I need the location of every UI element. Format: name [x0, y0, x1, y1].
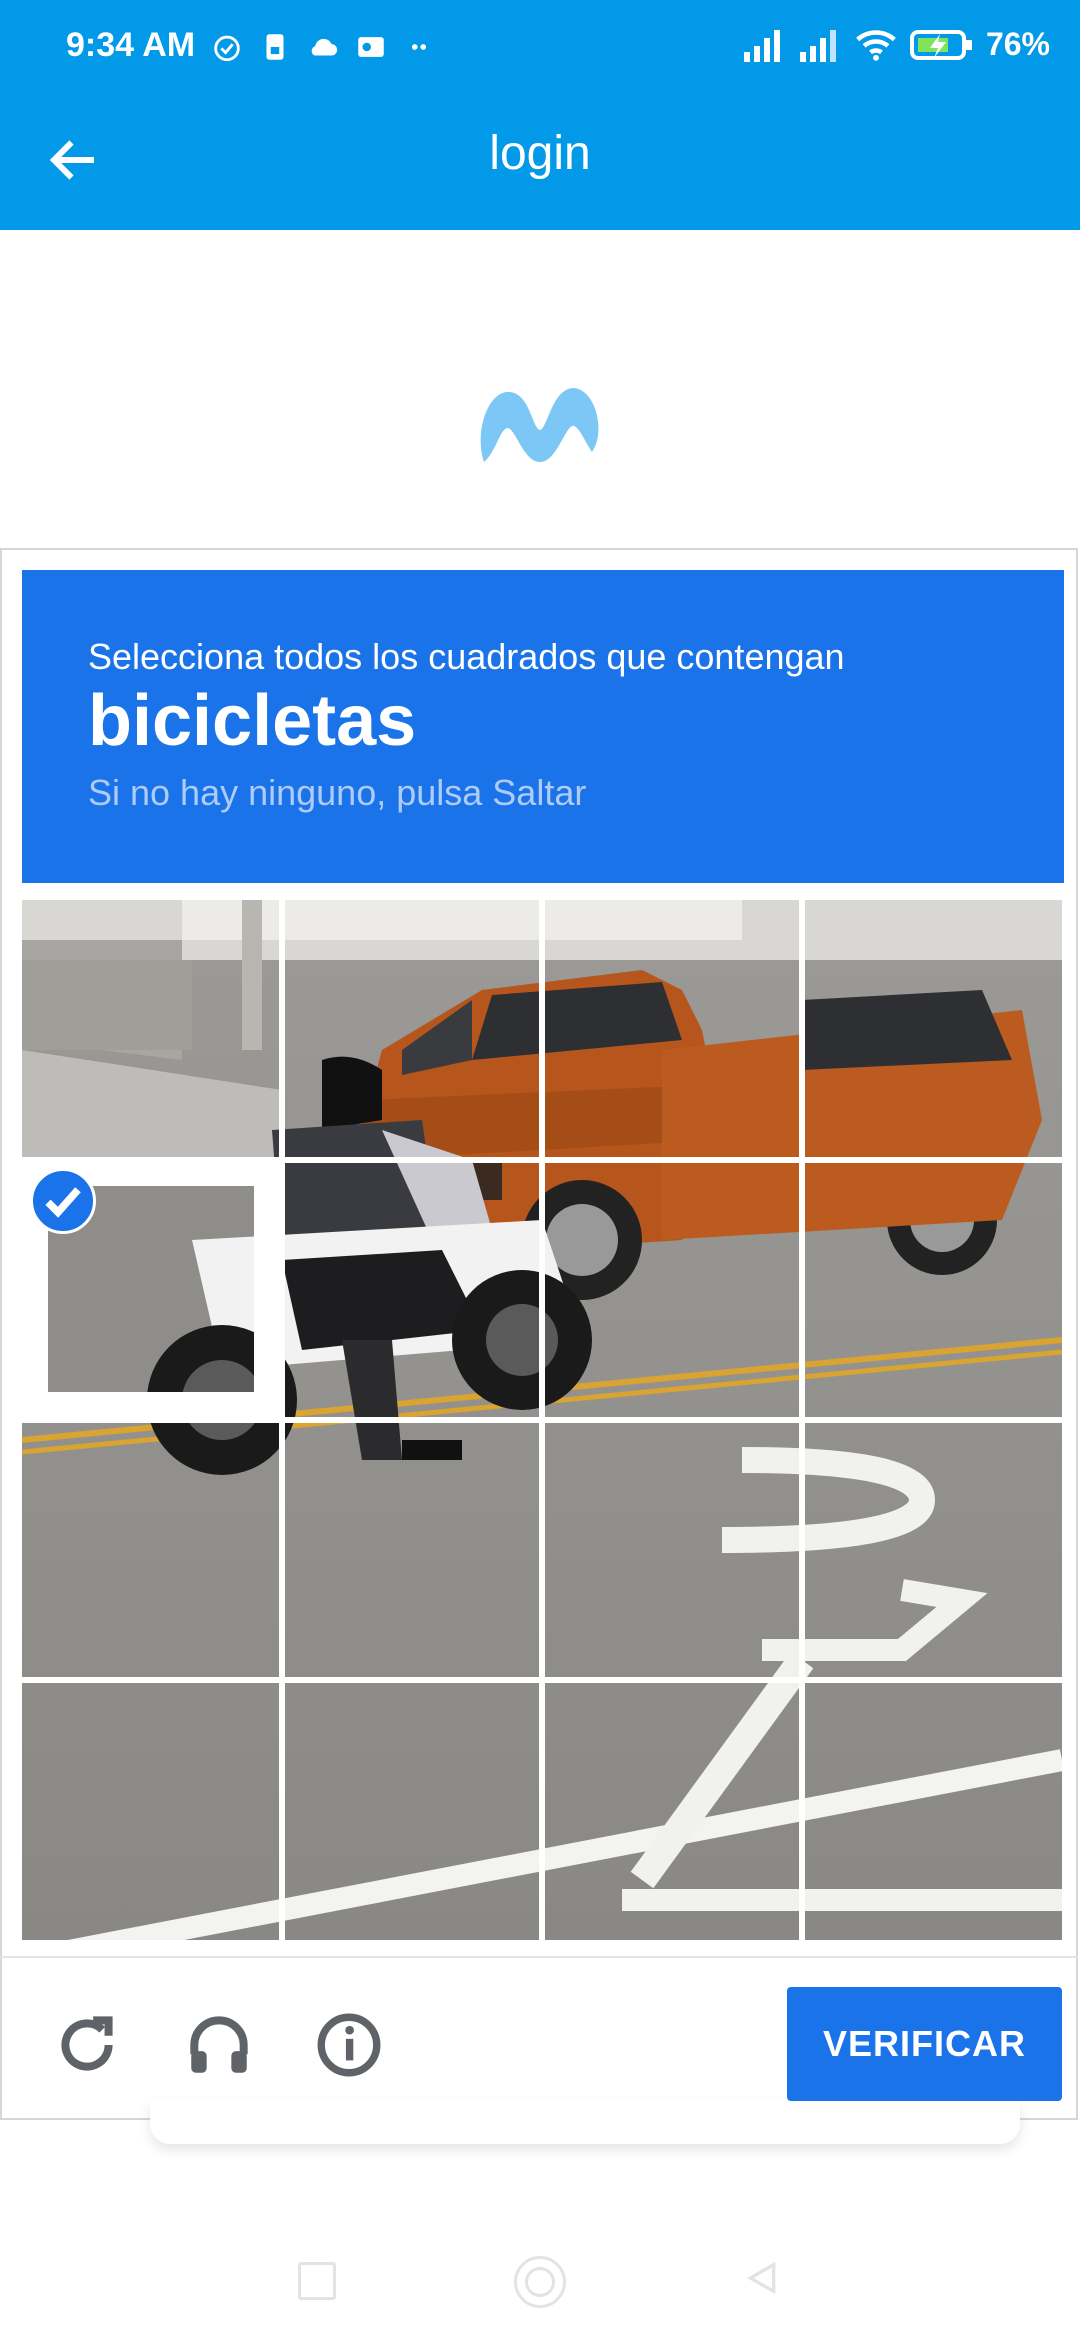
captcha-tile-8[interactable] [802, 1160, 1057, 1415]
recents-button[interactable] [298, 2262, 336, 2300]
captcha-tile-14[interactable] [282, 1680, 537, 1935]
reload-icon[interactable] [50, 2008, 124, 2082]
captcha-tile-6[interactable] [282, 1160, 537, 1415]
captcha-tile-2[interactable] [282, 900, 537, 1155]
captcha-tile-16[interactable] [802, 1680, 1057, 1935]
headphones-icon[interactable] [182, 2008, 256, 2082]
system-nav-bar [0, 2230, 1080, 2340]
app-bar: 9:34 AM 76% login [0, 0, 1080, 230]
captcha-tile-5[interactable] [22, 1160, 277, 1415]
more-dots-icon [411, 44, 427, 50]
status-bar: 9:34 AM 76% [0, 0, 1080, 96]
title-bar: login [0, 96, 1080, 230]
signal-2-icon [799, 29, 836, 62]
signal-icon [743, 29, 780, 62]
captcha-tile-12[interactable] [802, 1420, 1057, 1675]
brand-logo [480, 388, 599, 462]
footer-divider [0, 1956, 1078, 1958]
cloud-icon [311, 38, 338, 56]
captcha-instruction: Selecciona todos los cuadrados que conte… [88, 636, 845, 677]
verify-button[interactable]: VERIFICAR [787, 1987, 1062, 2101]
captcha-tile-10[interactable] [282, 1420, 537, 1675]
card-shadow [150, 2100, 1020, 2144]
battery-icon [909, 29, 972, 60]
captcha-target: bicicletas [88, 681, 417, 761]
battery-percent: 76% [985, 26, 1050, 62]
tile-layer [22, 900, 1062, 1940]
notification-icons [210, 26, 436, 68]
wifi-icon [856, 29, 896, 61]
captcha-hint: Si no hay ninguno, pulsa Saltar [88, 772, 587, 813]
outlook-icon [358, 37, 384, 57]
status-right: 76% [742, 26, 1050, 63]
page-title: login [489, 127, 591, 180]
captcha-tile-1[interactable] [22, 900, 277, 1155]
captcha-tile-15[interactable] [542, 1680, 797, 1935]
captcha-tile-3[interactable] [542, 900, 797, 1155]
captcha-image-grid [22, 900, 1062, 1940]
captcha-tile-13[interactable] [22, 1680, 277, 1935]
captcha-tile-7[interactable] [542, 1160, 797, 1415]
captcha-banner: Selecciona todos los cuadrados que conte… [22, 570, 1064, 883]
info-icon[interactable] [312, 2008, 386, 2082]
sim-icon [266, 34, 284, 60]
captcha-tile-9[interactable] [22, 1420, 277, 1675]
home-button[interactable] [514, 2256, 566, 2308]
captcha-tile-4[interactable] [802, 900, 1057, 1155]
status-time: 9:34 AM [66, 26, 196, 64]
alarm-icon [214, 35, 240, 62]
back-nav-icon[interactable] [742, 2258, 782, 2298]
captcha-tile-11[interactable] [542, 1420, 797, 1675]
